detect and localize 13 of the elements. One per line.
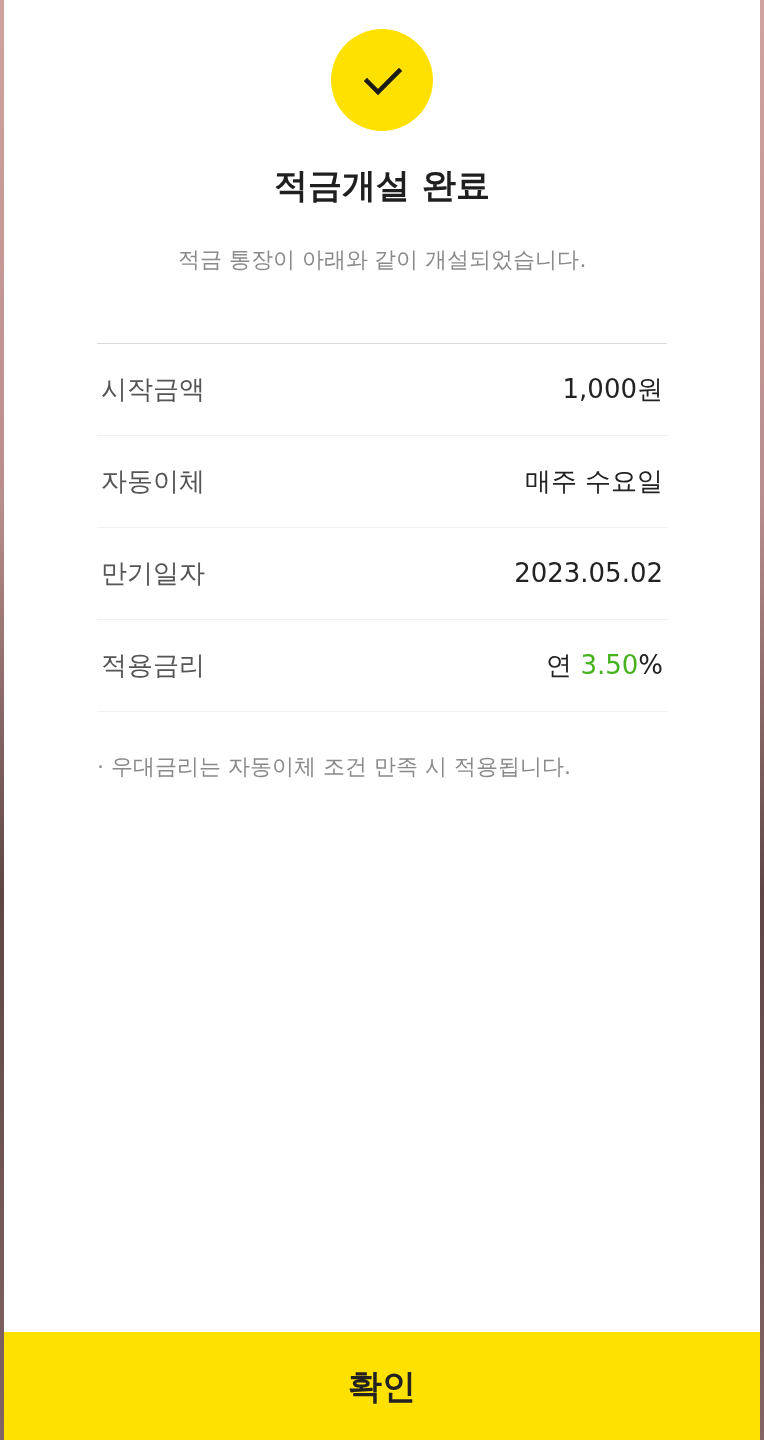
- check-icon: [331, 29, 433, 131]
- subtitle-text: 적금 통장이 아래와 같이 개설되었습니다.: [177, 245, 587, 274]
- detail-value: 연 3.50%: [546, 649, 663, 683]
- detail-value: 매주 수요일: [524, 465, 663, 499]
- confirm-button[interactable]: 확인: [4, 1332, 760, 1440]
- detail-label: 만기일자: [101, 557, 205, 591]
- detail-value: 1,000원: [562, 373, 663, 407]
- detail-label: 시작금액: [101, 373, 205, 407]
- note-text: · 우대금리는 자동이체 조건 만족 시 적용됩니다.: [97, 753, 572, 782]
- detail-value: 2023.05.02: [514, 557, 663, 591]
- page-title: 적금개설 완료: [274, 165, 490, 206]
- detail-label: 적용금리: [101, 649, 205, 683]
- detail-label: 자동이체: [101, 465, 205, 499]
